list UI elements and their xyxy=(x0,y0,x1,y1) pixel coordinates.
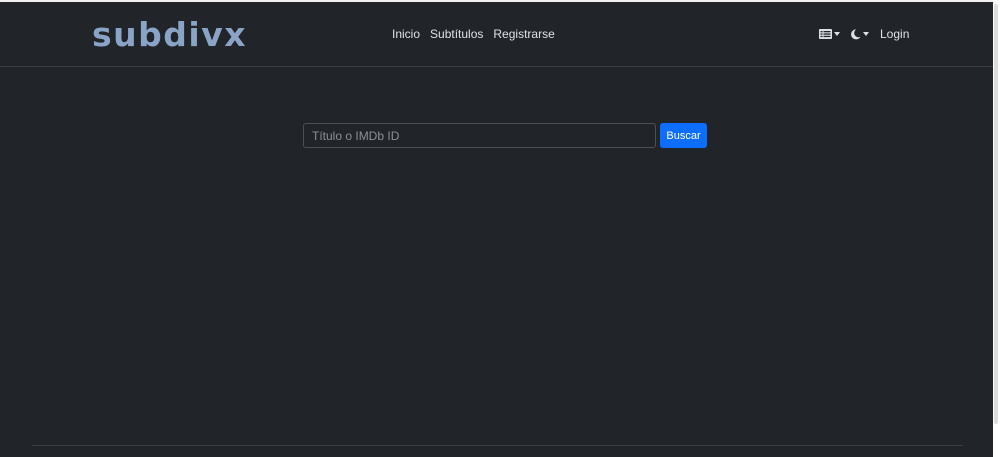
login-link[interactable]: Login xyxy=(880,27,909,41)
footer-divider xyxy=(32,445,963,446)
brand-logo[interactable]: subdivx xyxy=(92,15,247,54)
nav-link-inicio[interactable]: Inicio xyxy=(392,27,420,41)
list-layout-icon xyxy=(819,29,832,39)
search-button[interactable]: Buscar xyxy=(660,123,707,148)
nav-links: Inicio Subtítulos Registrarse xyxy=(392,27,555,41)
chevron-down-icon xyxy=(863,32,869,36)
navbar: subdivx Inicio Subtítulos Registrarse Lo… xyxy=(0,2,993,67)
layout-dropdown-toggle[interactable] xyxy=(819,29,840,39)
nav-right: Login xyxy=(819,24,909,44)
nav-link-subtitulos[interactable]: Subtítulos xyxy=(430,27,483,41)
moon-icon xyxy=(851,28,861,39)
page-viewport: subdivx Inicio Subtítulos Registrarse Lo… xyxy=(0,0,993,457)
theme-dropdown-toggle[interactable] xyxy=(850,28,869,40)
chevron-down-icon xyxy=(834,32,840,36)
search-input[interactable] xyxy=(303,123,656,148)
nav-link-registrarse[interactable]: Registrarse xyxy=(493,27,554,41)
search-form: Buscar xyxy=(303,123,707,148)
scrollbar-thumb[interactable] xyxy=(994,4,998,424)
